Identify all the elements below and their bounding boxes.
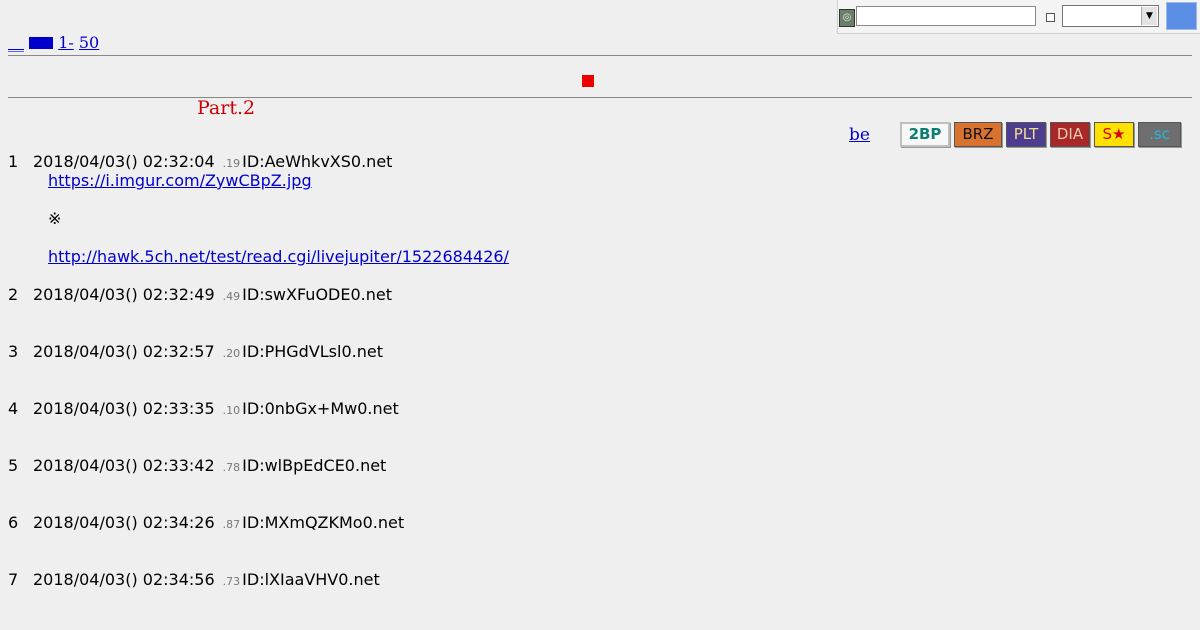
post-number[interactable]: 7 [8, 570, 33, 589]
post-number[interactable]: 5 [8, 456, 33, 475]
post-tiny: .87 [222, 518, 241, 531]
post-number[interactable]: 1 [8, 152, 33, 171]
post-id[interactable]: ID:MXmQZKMo0.net [242, 513, 404, 532]
badge-dia[interactable]: DIA [1050, 122, 1090, 147]
post-id[interactable]: ID:PHGdVLsl0.net [242, 342, 383, 361]
post-date: 2018/04/03() 02:32:49 [33, 285, 215, 304]
post: 2 2018/04/03() 02:32:49 .49 ID:swXFuODE0.ne… [8, 285, 908, 342]
nav-link-first[interactable]: 1- [58, 33, 74, 52]
post-number[interactable]: 4 [8, 399, 33, 418]
post-tiny: .10 [222, 404, 241, 417]
search-input[interactable] [856, 6, 1036, 26]
badge-brz[interactable]: BRZ [954, 122, 1002, 147]
chevron-down-icon: ▼ [1141, 7, 1157, 25]
post-tiny: .78 [222, 461, 241, 474]
post: 3 2018/04/03() 02:32:57 .20 ID:PHGdVLsl0.ne… [8, 342, 908, 399]
post-tiny: .20 [222, 347, 241, 360]
post-date: 2018/04/03() 02:32:04 [33, 152, 215, 171]
post-date: 2018/04/03() 02:33:42 [33, 456, 215, 475]
post-date: 2018/04/03() 02:34:56 [33, 570, 215, 589]
badge-plt[interactable]: PLT [1006, 122, 1046, 147]
search-engine-icon[interactable]: ◎ [839, 9, 855, 27]
post-mark: ※ [48, 209, 62, 228]
nav-link-range[interactable]: 50 [79, 33, 99, 52]
post-id[interactable]: ID:swXFuODE0.net [242, 285, 392, 304]
post-list: 1 2018/04/03() 02:32:04 .19 ID:AeWhkvXS0.ne… [8, 152, 908, 610]
post: 5 2018/04/03() 02:33:42 .78 ID:wlBpEdCE0.ne… [8, 456, 908, 513]
square-icon [29, 37, 42, 49]
post: 7 2018/04/03() 02:34:56 .73 ID:lXIaaVHV0.ne… [8, 570, 908, 610]
post: 4 2018/04/03() 02:33:35 .10 ID:0nbGx+Mw0.ne… [8, 399, 908, 456]
nav-link-back[interactable]: __ [8, 33, 24, 52]
post-number[interactable]: 3 [8, 342, 33, 361]
search-bar: ◎ ▼ [837, 0, 1200, 34]
post-id[interactable]: ID:AeWhkvXS0.net [242, 152, 392, 171]
badge-sc[interactable]: .sc [1138, 122, 1181, 147]
thread-link[interactable]: http://hawk.5ch.net/test/read.cgi/liveju… [48, 247, 509, 266]
post-id[interactable]: ID:0nbGx+Mw0.net [242, 399, 399, 418]
post-date: 2018/04/03() 02:33:35 [33, 399, 215, 418]
divider [8, 97, 1192, 98]
square-icon [41, 37, 54, 49]
divider [8, 55, 1192, 56]
post-id[interactable]: ID:wlBpEdCE0.net [242, 456, 386, 475]
post-tiny: .73 [222, 575, 241, 588]
post: 1 2018/04/03() 02:32:04 .19 ID:AeWhkvXS0.ne… [8, 152, 908, 285]
thread-title: Part.2 [197, 97, 256, 119]
board-badges: 2BP BRZ PLT DIA S★ .sc [900, 122, 1181, 147]
search-submit-button[interactable] [1166, 2, 1197, 30]
image-link[interactable]: https://i.imgur.com/ZywCBpZ.jpg [48, 171, 312, 190]
thread-nav: __ 1- 50 [8, 33, 99, 52]
badge-2bp[interactable]: 2BP [900, 122, 950, 147]
post-tiny: .49 [222, 290, 241, 303]
post-number[interactable]: 2 [8, 285, 33, 304]
search-scope-select[interactable]: ▼ [1062, 5, 1159, 27]
badge-star[interactable]: S★ [1094, 122, 1134, 147]
post-number[interactable]: 6 [8, 513, 33, 532]
post-date: 2018/04/03() 02:34:26 [33, 513, 215, 532]
red-square-icon [582, 75, 594, 87]
post: 6 2018/04/03() 02:34:26 .87 ID:MXmQZKMo0.ne… [8, 513, 908, 570]
be-link[interactable]: be [849, 125, 870, 145]
post-tiny: .19 [222, 157, 241, 170]
search-option-checkbox[interactable] [1046, 13, 1055, 22]
post-date: 2018/04/03() 02:32:57 [33, 342, 215, 361]
post-id[interactable]: ID:lXIaaVHV0.net [242, 570, 380, 589]
nav-link-all[interactable] [29, 33, 54, 52]
